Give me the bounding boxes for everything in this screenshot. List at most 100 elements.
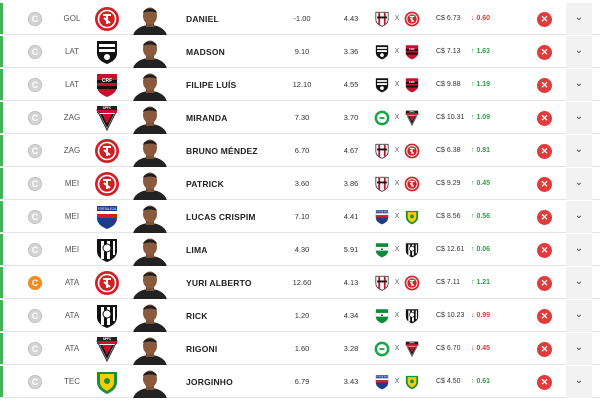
price-value: 12.61: [446, 246, 465, 253]
player-row[interactable]: C ATA RICK 1.20 4.34 X C$ 10.23 ↓ 0.99 ✕…: [0, 300, 600, 332]
player-last-score: 4.34: [343, 311, 359, 320]
player-name[interactable]: MIRANDA: [186, 102, 228, 134]
captain-badge[interactable]: C: [28, 375, 42, 389]
captain-badge[interactable]: C: [28, 276, 42, 290]
player-row[interactable]: C ZAG BRUNO MÉNDEZ 6.70 4.67 X C$ 6.38 ↑…: [0, 135, 600, 167]
row-accent-bar: [0, 36, 3, 67]
currency-label: C$: [436, 246, 445, 253]
remove-player-button[interactable]: ✕: [537, 342, 552, 357]
home-club-icon: [374, 242, 390, 258]
expand-row-chevron-icon[interactable]: ⌄: [566, 69, 592, 101]
variation-value: 0.61: [476, 378, 491, 385]
expand-row-chevron-icon[interactable]: ⌄: [566, 333, 592, 365]
remove-player-button[interactable]: ✕: [537, 309, 552, 324]
home-club-icon: [374, 176, 390, 192]
player-name[interactable]: LUCAS CRISPIM: [186, 201, 256, 233]
arrow-down-icon: ↓: [471, 345, 475, 352]
captain-badge[interactable]: C: [28, 45, 42, 59]
expand-row-chevron-icon[interactable]: ⌄: [566, 300, 592, 332]
remove-player-button[interactable]: ✕: [537, 78, 552, 93]
player-name[interactable]: RIGONI: [186, 333, 217, 365]
lineup-list: C GOL DANIEL -1.00 4.43 X C$ 6.73 ↓ 0.60…: [0, 0, 600, 400]
player-position: ZAG: [63, 113, 81, 122]
captain-badge[interactable]: C: [28, 243, 42, 257]
player-row[interactable]: C LAT MADSON 9.10 3.36 X CRF C$ 7.13 ↑ 1…: [0, 36, 600, 68]
remove-player-button[interactable]: ✕: [537, 177, 552, 192]
variation-value: 0.45: [476, 345, 491, 352]
price-value: 10.23: [446, 312, 465, 319]
player-row[interactable]: C GOL DANIEL -1.00 4.43 X C$ 6.73 ↓ 0.60…: [0, 3, 600, 35]
remove-player-button[interactable]: ✕: [537, 12, 552, 27]
row-accent-bar: [0, 168, 3, 199]
expand-row-chevron-icon[interactable]: ⌄: [566, 102, 592, 134]
captain-badge[interactable]: C: [28, 78, 42, 92]
expand-row-chevron-icon[interactable]: ⌄: [566, 234, 592, 266]
player-row[interactable]: C LAT CRF FILIPE LUÍS 12.10 4.55 X CRF C…: [0, 69, 600, 101]
player-row[interactable]: C ATA SPFC RIGONI 1.60 3.28 X SPFC C$ 6.…: [0, 333, 600, 365]
player-name[interactable]: MADSON: [186, 36, 225, 68]
player-name[interactable]: FILIPE LUÍS: [186, 69, 236, 101]
captain-badge[interactable]: C: [28, 144, 42, 158]
price-variation: ↓ 0.60: [471, 3, 490, 35]
away-club-icon: [404, 209, 420, 225]
price-variation: ↑ 1.21: [471, 267, 490, 299]
remove-player-button[interactable]: ✕: [537, 210, 552, 225]
player-name[interactable]: YURI ALBERTO: [186, 267, 252, 299]
captain-badge[interactable]: C: [28, 309, 42, 323]
price-variation: ↑ 0.06: [471, 234, 490, 266]
player-photo: [131, 137, 169, 167]
player-name[interactable]: DANIEL: [186, 3, 219, 35]
player-name[interactable]: RICK: [186, 300, 208, 332]
remove-player-button[interactable]: ✕: [537, 276, 552, 291]
player-row[interactable]: C ZAG SPFC MIRANDA 7.30 3.70 X SPFC C$ 1…: [0, 102, 600, 134]
remove-player-button[interactable]: ✕: [537, 144, 552, 159]
player-row[interactable]: C ATA YURI ALBERTO 12.60 4.13 X C$ 7.11 …: [0, 267, 600, 299]
player-name[interactable]: BRUNO MÉNDEZ: [186, 135, 258, 167]
expand-row-chevron-icon[interactable]: ⌄: [566, 135, 592, 167]
expand-row-chevron-icon[interactable]: ⌄: [566, 3, 592, 35]
expand-row-chevron-icon[interactable]: ⌄: [566, 201, 592, 233]
player-last-score: 4.13: [343, 278, 359, 287]
captain-badge[interactable]: C: [28, 210, 42, 224]
player-name[interactable]: JORGINHO: [186, 366, 233, 398]
player-position: GOL: [63, 14, 81, 23]
player-row[interactable]: C MEI FORTALEZA LUCAS CRISPIM 7.10 4.41 …: [0, 201, 600, 233]
player-price: C$ 4.50: [436, 366, 461, 398]
player-row[interactable]: C TEC JORGINHO 6.79 3.43 FORTALEZA X C$ …: [0, 366, 600, 398]
player-price: C$ 8.56: [436, 201, 461, 233]
captain-badge[interactable]: C: [28, 177, 42, 191]
expand-row-chevron-icon[interactable]: ⌄: [566, 267, 592, 299]
player-name[interactable]: PATRICK: [186, 168, 224, 200]
player-price: C$ 9.88: [436, 69, 461, 101]
player-average: 12.60: [292, 278, 312, 287]
arrow-up-icon: ↑: [471, 246, 475, 253]
player-row[interactable]: C MEI LIMA 4.30 5.91 X C$ 12.61 ↑ 0.06 ✕…: [0, 234, 600, 266]
club-crest-icon: [94, 270, 120, 296]
player-photo: [131, 269, 169, 299]
captain-badge[interactable]: C: [28, 111, 42, 125]
captain-badge[interactable]: C: [28, 12, 42, 26]
expand-row-chevron-icon[interactable]: ⌄: [566, 366, 592, 398]
remove-player-button[interactable]: ✕: [537, 243, 552, 258]
price-variation: ↑ 1.19: [471, 69, 490, 101]
player-name[interactable]: LIMA: [186, 234, 208, 266]
player-row[interactable]: C MEI PATRICK 3.60 3.86 X C$ 9.29 ↑ 0.45…: [0, 168, 600, 200]
player-price: C$ 6.70: [436, 333, 461, 365]
remove-player-button[interactable]: ✕: [537, 111, 552, 126]
home-club-icon: [374, 143, 390, 159]
price-variation: ↑ 1.09: [471, 102, 490, 134]
price-value: 9.88: [446, 81, 461, 88]
remove-player-button[interactable]: ✕: [537, 375, 552, 390]
remove-player-button[interactable]: ✕: [537, 45, 552, 60]
expand-row-chevron-icon[interactable]: ⌄: [566, 168, 592, 200]
currency-label: C$: [436, 312, 445, 319]
match-vs-label: X: [394, 147, 400, 154]
expand-row-chevron-icon[interactable]: ⌄: [566, 36, 592, 68]
player-price: C$ 9.29: [436, 168, 461, 200]
home-club-icon: [374, 110, 390, 126]
arrow-up-icon: ↑: [471, 114, 475, 121]
player-average: 1.20: [294, 311, 310, 320]
player-photo: [131, 302, 169, 332]
captain-badge[interactable]: C: [28, 342, 42, 356]
price-variation: ↑ 0.45: [471, 168, 490, 200]
